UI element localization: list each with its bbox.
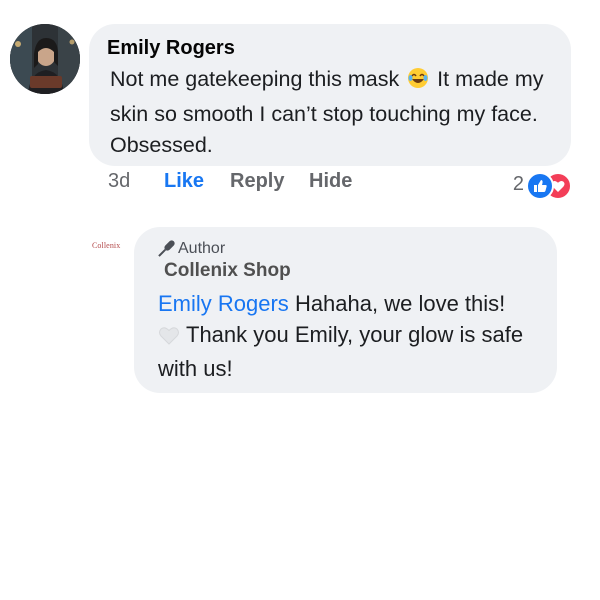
reply-author-name[interactable]: Collenix Shop <box>164 260 291 282</box>
comment-bubble: Emily Rogers Not me gatekeeping this mas… <box>89 24 571 166</box>
laughing-tears-emoji-icon <box>407 67 429 99</box>
thumbs-up-icon <box>526 172 554 200</box>
shop-logo[interactable]: Collenix <box>92 241 120 250</box>
reaction-summary[interactable]: 2 <box>480 170 572 200</box>
profile-photo <box>10 24 80 94</box>
comment-timestamp[interactable]: 3d <box>108 170 130 193</box>
mention-link[interactable]: Emily Rogers <box>158 291 289 316</box>
hide-button[interactable]: Hide <box>309 170 352 193</box>
reaction-count: 2 <box>512 173 524 195</box>
white-heart-emoji-icon <box>158 322 180 353</box>
reply-text: Emily Rogers Hahaha, we love this! Thank… <box>158 288 548 384</box>
author-badge-label: Author <box>178 240 226 257</box>
reply-bubble: Author Collenix Shop Emily Rogers Hahaha… <box>134 227 557 393</box>
like-button[interactable]: Like <box>164 170 204 193</box>
comment-text: Not me gatekeeping this mask It made my … <box>110 64 565 162</box>
reaction-icons <box>526 170 572 200</box>
commenter-avatar[interactable] <box>10 24 80 94</box>
comment-author-name[interactable]: Emily Rogers <box>107 37 235 60</box>
comment-text-part-1: Not me gatekeeping this mask <box>110 67 400 91</box>
reply-text-part-1: Hahaha, we love this! <box>294 291 506 316</box>
reply-button[interactable]: Reply <box>230 170 284 193</box>
reply-text-part-2: Thank you Emily, your glow is safe with … <box>158 322 524 381</box>
